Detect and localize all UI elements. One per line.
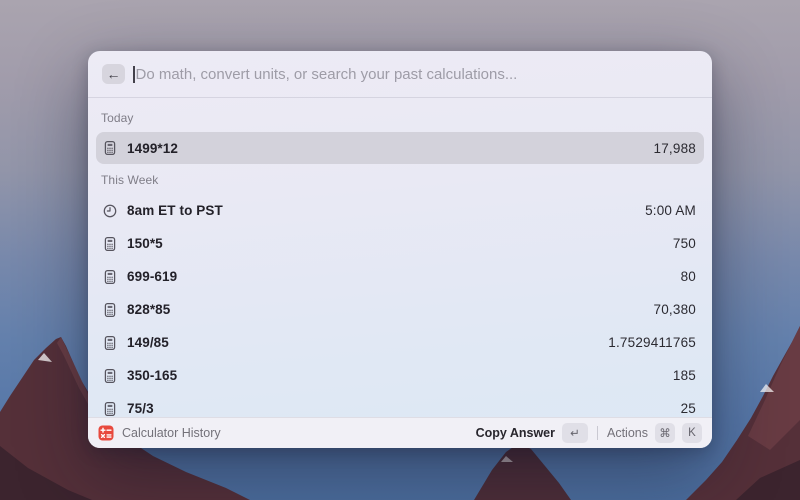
- row-value: 185: [673, 368, 696, 383]
- calculator-icon: [102, 236, 118, 252]
- k-key-icon: K: [682, 423, 702, 443]
- footer: Calculator History Copy Answer ↵ Actions…: [88, 417, 712, 448]
- row-value: 5:00 AM: [645, 203, 696, 218]
- row-value: 25: [681, 401, 696, 416]
- row-title: 150*5: [127, 236, 163, 251]
- row-value: 750: [673, 236, 696, 251]
- launcher-window: ← Today1499*1217,988This Week8am ET to P…: [88, 51, 712, 448]
- row-value: 80: [681, 269, 696, 284]
- row-title: 149/85: [127, 335, 169, 350]
- search-bar: ←: [88, 51, 712, 97]
- row-value: 70,380: [654, 302, 697, 317]
- calculator-icon: [102, 140, 118, 156]
- calculator-app-icon: [98, 425, 114, 441]
- row-title: 75/3: [127, 401, 154, 416]
- footer-actions: Copy Answer ↵ Actions ⌘ K: [476, 423, 702, 443]
- row-title: 1499*12: [127, 141, 178, 156]
- calculator-icon: [102, 269, 118, 285]
- enter-key-icon: ↵: [562, 423, 588, 443]
- calculator-icon: [102, 302, 118, 318]
- app-label: Calculator History: [122, 426, 221, 440]
- list-item[interactable]: 699-619 80: [96, 260, 704, 293]
- back-button[interactable]: ←: [102, 64, 125, 84]
- row-value: 17,988: [654, 141, 697, 156]
- calculator-icon: [102, 368, 118, 384]
- row-title: 699-619: [127, 269, 177, 284]
- list-item[interactable]: 8am ET to PST 5:00 AM: [96, 194, 704, 227]
- clock-icon: [102, 203, 118, 219]
- actions-button[interactable]: Actions ⌘ K: [607, 423, 702, 443]
- copy-answer-label: Copy Answer: [476, 426, 555, 440]
- list-item[interactable]: 1499*12 17,988: [96, 132, 704, 164]
- list-item[interactable]: 149/85 1.7529411765: [96, 326, 704, 359]
- row-title: 350-165: [127, 368, 177, 383]
- text-caret: [133, 66, 135, 83]
- calculator-icon: [102, 335, 118, 351]
- section-label: This Week: [96, 164, 704, 194]
- list-item[interactable]: 350-165 185: [96, 359, 704, 392]
- actions-label: Actions: [607, 426, 648, 440]
- back-arrow-icon: ←: [107, 66, 121, 82]
- footer-divider: [597, 426, 598, 440]
- search-input[interactable]: [136, 66, 699, 83]
- section-label: Today: [96, 102, 704, 132]
- row-value: 1.7529411765: [608, 335, 696, 350]
- row-title: 8am ET to PST: [127, 203, 223, 218]
- list-item[interactable]: 828*85 70,380: [96, 293, 704, 326]
- copy-answer-button[interactable]: Copy Answer ↵: [476, 423, 588, 443]
- cmd-key-icon: ⌘: [655, 423, 675, 443]
- list: Today1499*1217,988This Week8am ET to PST…: [88, 98, 712, 448]
- row-title: 828*85: [127, 302, 170, 317]
- calculator-icon: [102, 401, 118, 417]
- list-item[interactable]: 150*5 750: [96, 227, 704, 260]
